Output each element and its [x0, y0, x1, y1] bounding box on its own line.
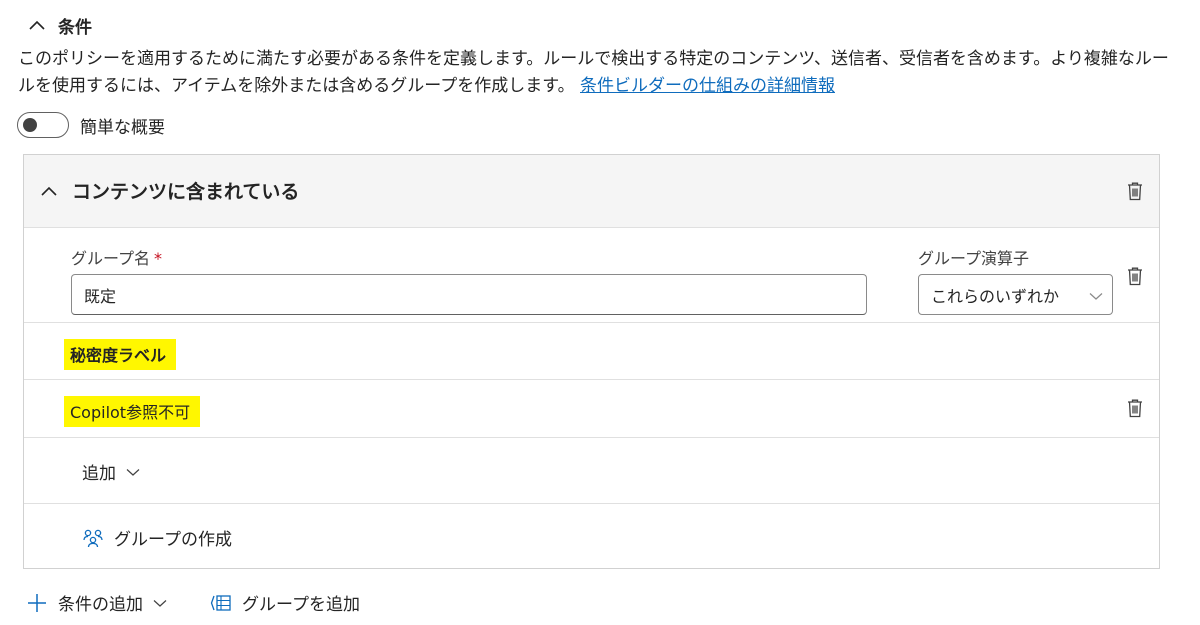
plus-icon [28, 593, 46, 612]
condition-card: コンテンツに含まれている グループ名* グループ演算子 これらのいずれか 秘密度… [23, 154, 1160, 569]
group-name-label-text: グループ名 [71, 249, 151, 268]
conditions-section-header[interactable]: 条件 [26, 10, 92, 40]
group-operator-select[interactable]: これらのいずれか [918, 274, 1113, 315]
group-settings: グループ名* グループ演算子 これらのいずれか [24, 228, 1159, 323]
chevron-down-icon [153, 599, 167, 607]
group-operator-label: グループ演算子 [918, 249, 1030, 268]
required-marker: * [154, 249, 163, 268]
sensitivity-label-item-row: Copilot参照不可 [24, 380, 1159, 438]
trash-icon [1128, 182, 1142, 201]
chevron-up-icon[interactable] [38, 180, 60, 202]
simple-overview-toggle-row: 簡単な概要 [17, 111, 165, 139]
toggle-label: 簡単な概要 [80, 117, 165, 138]
add-button[interactable]: 追加 [82, 459, 141, 484]
add-row: 追加 [24, 438, 1159, 504]
toggle-knob [23, 118, 37, 132]
people-group-icon [83, 529, 103, 547]
sensitivity-label-item: Copilot参照不可 [64, 396, 201, 427]
add-group-button[interactable]: グループを追加 [210, 590, 360, 615]
group-name-label: グループ名 * [71, 245, 162, 269]
group-name-input[interactable] [71, 274, 867, 315]
delete-label-button[interactable] [1123, 396, 1147, 420]
add-condition-label: 条件の追加 [58, 595, 143, 615]
add-group-icon [210, 594, 231, 611]
chevron-down-icon [126, 468, 140, 476]
simple-overview-toggle[interactable] [17, 112, 69, 138]
trash-icon [1128, 267, 1142, 286]
section-description: このポリシーを適用するために満たす必要がある条件を定義します。ルールで検出する特… [18, 46, 1178, 100]
learn-more-link[interactable]: 条件ビルダーの仕組みの詳細情報 [580, 76, 835, 96]
add-label: 追加 [82, 464, 116, 484]
add-condition-button[interactable]: 条件の追加 [26, 590, 168, 615]
add-group-label: グループを追加 [242, 595, 360, 615]
card-header: コンテンツに含まれている [24, 155, 1159, 228]
chevron-down-icon [1089, 293, 1103, 300]
bottom-actions: 条件の追加 グループを追加 [26, 590, 360, 615]
delete-condition-button[interactable] [1123, 179, 1147, 203]
create-group-label: グループの作成 [114, 530, 232, 550]
create-group-button[interactable]: グループの作成 [82, 525, 232, 550]
group-operator-value: これらのいずれか [931, 286, 1060, 306]
sensitivity-label-heading-row: 秘密度ラベル [24, 323, 1159, 380]
sensitivity-label-heading: 秘密度ラベル [64, 339, 177, 370]
section-title: 条件 [58, 17, 92, 38]
chevron-up-icon [29, 20, 45, 30]
trash-icon [1128, 399, 1142, 418]
create-group-row: グループの作成 [24, 504, 1159, 568]
card-title: コンテンツに含まれている [72, 181, 300, 203]
delete-group-button[interactable] [1123, 264, 1147, 288]
